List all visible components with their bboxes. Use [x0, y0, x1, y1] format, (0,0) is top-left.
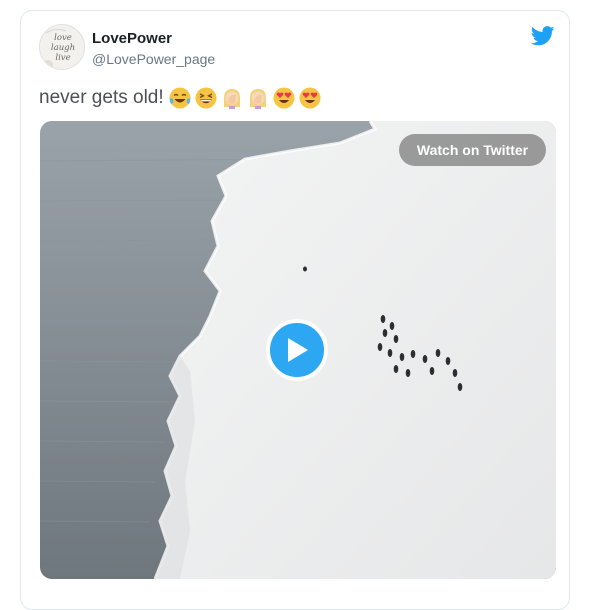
- video-player[interactable]: Watch on Twitter: [40, 121, 556, 579]
- smiling-face-with-heart-eyes-icon: [273, 87, 295, 109]
- svg-text:live: live: [55, 53, 70, 63]
- tweet-card[interactable]: love laugh live LovePower @LovePower_pag…: [20, 10, 570, 610]
- svg-text:love: love: [54, 33, 72, 43]
- woman-facepalming-icon: [249, 89, 266, 109]
- author-handle[interactable]: @LovePower_page: [92, 50, 215, 68]
- grinning-squinting-face-icon: [195, 87, 217, 109]
- face-with-tears-of-joy-icon: [169, 87, 191, 109]
- tweet-text-content: never gets old!: [39, 87, 164, 108]
- watch-on-twitter-button[interactable]: Watch on Twitter: [399, 134, 546, 166]
- author-name[interactable]: LovePower: [92, 30, 172, 48]
- avatar-image: love laugh live: [40, 25, 84, 69]
- emoji-row: [168, 86, 324, 110]
- svg-text:laugh: laugh: [51, 43, 75, 53]
- play-button[interactable]: [266, 319, 328, 381]
- tweet-text: never gets old!: [39, 86, 324, 110]
- avatar[interactable]: love laugh live: [39, 24, 85, 70]
- play-icon: [288, 338, 308, 362]
- twitter-bird-icon[interactable]: [531, 25, 555, 47]
- smiling-face-with-heart-eyes-icon: [299, 87, 321, 109]
- woman-facepalming-icon: [223, 89, 240, 109]
